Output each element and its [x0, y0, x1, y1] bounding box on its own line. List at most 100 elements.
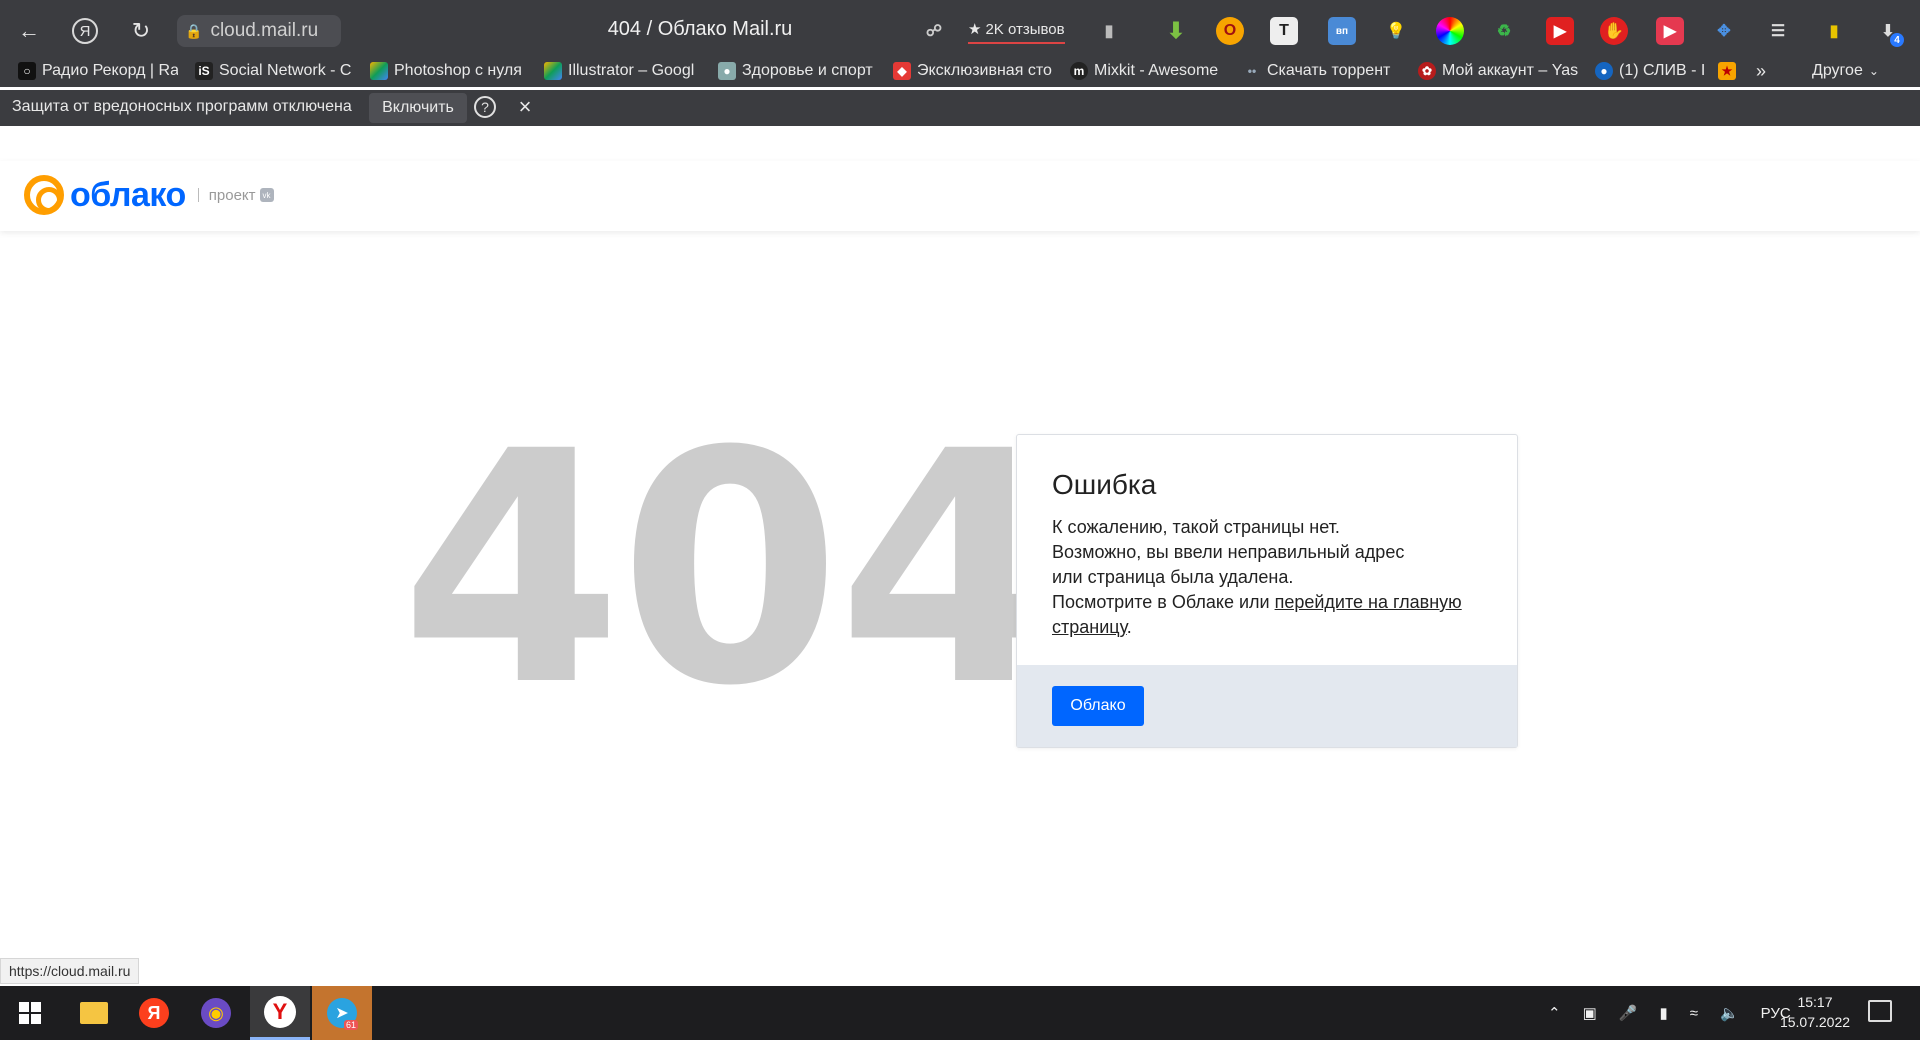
system-tray: ⌃ ▣ 🎤 ▮ ≈ 🔈 РУС — [1548, 986, 1791, 1040]
bookmark-item[interactable]: Photoshop с нуля — [370, 59, 525, 83]
ext-vpn-icon[interactable]: вп — [1328, 17, 1356, 45]
clock[interactable]: 15:17 15.07.2022 — [1760, 992, 1870, 1032]
infobar-text: Защита от вредоносных программ отключена — [12, 98, 352, 115]
bookmark-icon[interactable]: ▮ — [1095, 17, 1123, 45]
bookmark-item[interactable]: ✿ Мой аккаунт – Yas — [1418, 59, 1578, 83]
yandex-button[interactable]: Я — [68, 14, 102, 48]
drive-icon — [544, 62, 562, 80]
mic-icon[interactable]: 🎤 — [1619, 1004, 1638, 1022]
error-card: Ошибка К сожалению, такой страницы нет. … — [1016, 434, 1518, 748]
bookmarks-bar: ○ Радио Рекорд | Ra iS Social Network - … — [0, 55, 1920, 87]
lock-icon: 🔒 — [185, 22, 203, 39]
account-icon: ✿ — [1418, 62, 1436, 80]
yandex-icon: Я — [139, 998, 169, 1028]
bookmark-item[interactable]: m Mixkit - Awesome — [1070, 59, 1224, 83]
is-icon: iS — [195, 62, 213, 80]
error-title: Ошибка — [1052, 469, 1157, 500]
battery-icon[interactable]: ▮ — [1659, 1004, 1667, 1022]
bookmark-item[interactable]: ○ Радио Рекорд | Ra — [18, 59, 178, 83]
logo-divider — [197, 188, 199, 202]
ext-play-icon[interactable]: ▶ — [1546, 17, 1574, 45]
chevron-down-icon: ⌄ — [1868, 64, 1879, 78]
bookmark-item[interactable]: ★ — [1718, 59, 1742, 83]
wifi-icon[interactable]: ≈ — [1690, 1005, 1698, 1022]
downloads-badge: 4 — [1890, 33, 1904, 47]
sliv-icon: ● — [1595, 62, 1613, 80]
ext-bulb-icon[interactable]: 💡 — [1382, 17, 1410, 45]
ext-folder-icon[interactable]: ▮ — [1820, 17, 1848, 45]
gamepad-icon: ◉ — [201, 998, 231, 1028]
yandex-taskbar-button[interactable]: Я — [124, 986, 184, 1040]
bookmark-item[interactable]: iS Social Network - C — [195, 59, 351, 83]
exclusive-icon: ◆ — [893, 62, 911, 80]
notifications-icon[interactable] — [1868, 1000, 1892, 1022]
yandex-browser-icon: Y — [264, 995, 296, 1028]
logo-text: облако — [70, 175, 186, 214]
cloud-logo[interactable]: облако проект vk — [24, 175, 274, 215]
error-message: К сожалению, такой страницы нет. Возможн… — [1052, 515, 1492, 640]
bookmark-item[interactable]: ● (1) СЛИВ - I — [1595, 59, 1705, 83]
close-icon[interactable]: × — [514, 94, 536, 120]
ext-t-icon[interactable]: T — [1270, 17, 1298, 45]
downloads-icon[interactable]: ⬇ 4 — [1874, 17, 1904, 47]
windows-icon — [19, 1002, 41, 1024]
bookmarks-other-button[interactable]: Другое ⌄ — [1812, 59, 1902, 83]
ext-x-icon[interactable]: ✥ — [1710, 17, 1738, 45]
reviews-label: 2K отзывов — [985, 20, 1065, 38]
volume-icon[interactable]: 🔈 — [1720, 1004, 1739, 1022]
security-infobar: Защита от вредоносных программ отключена… — [0, 90, 1920, 126]
ext-green-icon[interactable]: ♻ — [1490, 17, 1518, 45]
error-line: Возможно, вы ввели неправильный адрес — [1052, 542, 1405, 562]
telegram-button[interactable]: ➤ 61 — [312, 986, 372, 1040]
bookmark-item[interactable]: ● Здоровье и спорт — [718, 59, 876, 83]
bookmarks-more-button[interactable]: » — [1756, 59, 1776, 83]
taskbar: Я ◉ Y ➤ 61 ⌃ ▣ 🎤 ▮ ≈ 🔈 РУС 15:17 15.07.2… — [0, 986, 1920, 1040]
badge-icon: ★ — [1718, 62, 1736, 80]
ext-color-icon[interactable] — [1436, 17, 1464, 45]
globe-icon: ● — [718, 62, 736, 80]
yandex-browser-button[interactable]: Y — [250, 986, 310, 1040]
telegram-badge: 61 — [343, 1020, 358, 1030]
error-line: или страница была удалена. — [1052, 567, 1294, 587]
reviews-button[interactable]: ★ 2K отзывов — [968, 18, 1065, 44]
error-card-footer: Облако — [1017, 665, 1517, 747]
back-icon[interactable]: ← — [12, 14, 46, 48]
ext-orange-icon[interactable]: O — [1216, 17, 1244, 45]
record-icon: ○ — [18, 62, 36, 80]
address-bar[interactable]: 🔒 cloud.mail.ru — [177, 15, 341, 47]
protect-icon[interactable]: ☍ — [920, 17, 948, 45]
vk-icon: vk — [259, 188, 274, 202]
explorer-button[interactable] — [64, 986, 124, 1040]
ext-stop-icon[interactable]: ✋ — [1600, 17, 1628, 45]
page-title: 404 / Облако Mail.ru — [607, 18, 793, 40]
browser-titlebar: ← Я ↻ 🔒 cloud.mail.ru 404 / Облако Mail.… — [0, 0, 1920, 62]
bookmark-item[interactable]: Illustrator – Googl — [544, 59, 702, 83]
reload-icon[interactable]: ↻ — [124, 14, 158, 48]
enable-protection-button[interactable]: Включить — [369, 93, 467, 123]
bookmark-item[interactable]: ◆ Эксклюзивная сто — [893, 59, 1053, 83]
torrent-icon: •• — [1247, 64, 1257, 78]
help-icon[interactable]: ? — [474, 96, 496, 118]
at-logo-icon — [24, 175, 64, 215]
bookmark-item[interactable]: •• Скачать торрент - — [1243, 59, 1393, 83]
error-line: К сожалению, такой страницы нет. — [1052, 517, 1340, 537]
download-ext-icon[interactable]: ⬇ — [1162, 17, 1190, 45]
error-code: 404 — [400, 384, 1060, 756]
clock-date: 15.07.2022 — [1779, 1014, 1851, 1030]
tray-expand-icon[interactable]: ⌃ — [1548, 1004, 1561, 1022]
status-url: https://cloud.mail.ru — [0, 958, 140, 984]
ext-video-icon[interactable]: ▶ — [1656, 17, 1684, 45]
folder-icon — [80, 1002, 108, 1024]
drive-icon — [370, 62, 388, 80]
game-button[interactable]: ◉ — [186, 986, 246, 1040]
site-header: облако проект vk — [0, 161, 1920, 231]
clock-time: 15:17 — [1797, 994, 1833, 1010]
start-button[interactable] — [0, 986, 60, 1040]
ext-translate-icon[interactable]: ☰ — [1764, 17, 1792, 45]
meet-icon[interactable]: ▣ — [1583, 1004, 1597, 1022]
star-icon: ★ — [968, 21, 982, 38]
cloud-button[interactable]: Облако — [1052, 686, 1144, 726]
mixkit-icon: m — [1070, 62, 1088, 80]
error-line: Посмотрите в Облаке или перейдите на гла… — [1052, 592, 1462, 637]
address-text: cloud.mail.ru — [210, 20, 319, 41]
